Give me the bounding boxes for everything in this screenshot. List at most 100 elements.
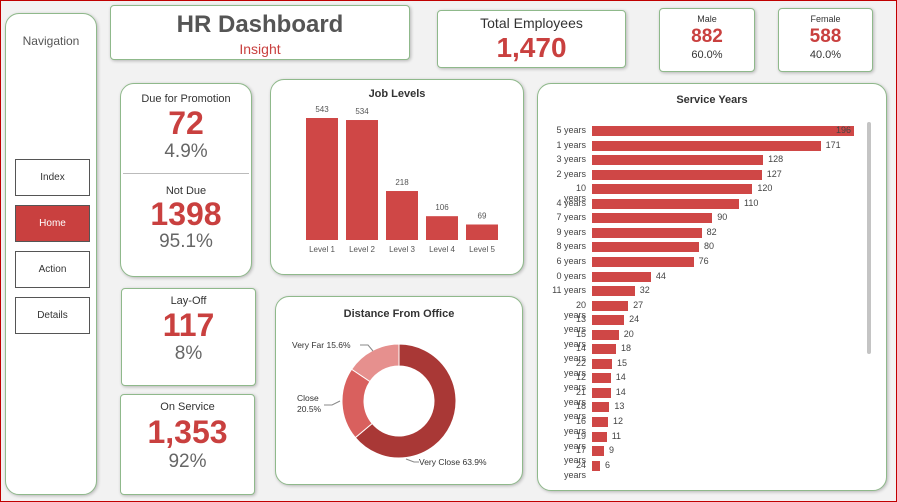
service-years-value: 27 (633, 299, 644, 310)
job-level-value: 106 (435, 203, 449, 212)
service-years-value: 32 (639, 285, 650, 296)
service-years-bar (592, 402, 610, 413)
service-years-category: 7 years (556, 212, 586, 223)
service-years-category: 6 years (556, 255, 586, 266)
nav-button-details[interactable]: Details (15, 297, 90, 334)
service-years-bar (592, 446, 605, 457)
job-level-value: 218 (395, 178, 409, 187)
service-years-category: 3 years (556, 154, 586, 165)
promotion-divider (123, 173, 249, 174)
service-years-value: 90 (717, 212, 728, 223)
service-years-row: 1 years 171 (552, 139, 872, 153)
job-level-bar (466, 224, 498, 240)
on-service-percent: 92% (168, 451, 207, 472)
service-years-value: 128 (768, 154, 784, 165)
service-years-bar (592, 300, 629, 311)
service-years-value: 44 (655, 270, 666, 281)
service-years-category: 2 years (556, 168, 586, 179)
service-years-bar (592, 242, 699, 253)
service-years-value: 13 (614, 401, 625, 412)
job-level-category: Level 1 (309, 245, 335, 254)
label-very-close: Very Close 63.9% (419, 457, 487, 467)
service-years-value: 11 (611, 430, 622, 441)
on-service-value: 1,353 (147, 414, 228, 450)
nav-button-index[interactable]: Index (15, 159, 90, 196)
nav-button-action[interactable]: Action (15, 251, 90, 288)
job-level-value: 543 (315, 105, 329, 114)
header-card: HR Dashboard Insight (110, 5, 410, 60)
service-years-row: 16 years 12 (552, 415, 872, 436)
female-card: Female 588 40.0% (778, 8, 873, 72)
leader-line (405, 458, 419, 463)
service-years-value: 110 (744, 197, 759, 208)
service-years-value: 6 (605, 459, 611, 470)
not-due-value: 1398 (150, 196, 222, 232)
service-years-value: 12 (613, 416, 624, 426)
service-years-bar (592, 126, 854, 136)
service-years-category: 8 years (556, 241, 586, 252)
not-due-percent: 95.1% (159, 231, 213, 252)
male-value: 882 (691, 26, 723, 47)
label-close-percent: 20.5% (297, 404, 322, 414)
service-years-value: 196 (836, 125, 852, 135)
service-years-category: 9 years (556, 226, 586, 237)
job-level-value: 534 (355, 107, 369, 116)
service-years-row: 11 years 32 (552, 284, 872, 298)
service-years-bar (592, 256, 694, 267)
service-years-bar (592, 431, 607, 442)
leader-line (324, 400, 341, 406)
service-years-row: 7 years 90 (552, 211, 872, 225)
service-years-scrollbar[interactable] (867, 122, 871, 354)
layoff-card: Lay-Off 117 8% (121, 288, 256, 386)
leader-line (360, 344, 374, 352)
service-years-row: 15 years 20 (552, 328, 872, 349)
male-card: Male 882 60.0% (659, 8, 755, 72)
service-years-bar (592, 417, 609, 427)
service-years-chart: 5 years 196 1 years 171 3 years 128 2 years 12 7… (552, 124, 872, 480)
total-employees-card: Total Employees 1,470 (437, 10, 626, 68)
service-years-bar (592, 315, 625, 326)
layoff-label: Lay-Off (170, 295, 207, 307)
service-years-bar (592, 286, 635, 297)
service-years-bar (592, 387, 611, 398)
service-years-row: 5 years 196 (552, 124, 872, 138)
service-years-row: 17 years 9 (552, 444, 872, 465)
service-years-bar (592, 213, 713, 224)
on-service-card: On Service 1,353 92% (120, 394, 255, 495)
service-years-row: 22 years 15 (552, 357, 872, 378)
job-level-bar (346, 120, 378, 240)
due-promotion-percent: 4.9% (164, 141, 208, 162)
service-years-bar (592, 329, 619, 340)
service-years-category: 24 years (563, 459, 586, 480)
service-years-bar (592, 271, 651, 282)
distance-chart: Very Close 63.9% Close20.5% Very Far 15.6% (292, 340, 487, 467)
service-years-bar (592, 155, 764, 166)
label-very-far: Very Far 15.6% (292, 340, 351, 350)
service-years-value: 120 (757, 183, 773, 194)
service-years-row: 18 years 13 (552, 400, 872, 421)
service-years-row: 12 years 14 (552, 371, 872, 392)
total-employees-value: 1,470 (496, 32, 567, 63)
service-years-category: 11 years (552, 285, 586, 296)
service-years-row: 8 years 80 (552, 240, 872, 254)
total-employees-label: Total Employees (480, 15, 583, 31)
service-years-row: 13 years 24 (552, 313, 872, 334)
job-level-value: 69 (478, 211, 487, 220)
due-promotion-label: Due for Promotion (141, 93, 231, 105)
service-years-bar (592, 358, 613, 369)
nav-button-home[interactable]: Home (15, 205, 90, 242)
job-level-bar (386, 191, 418, 240)
page-title: HR Dashboard (176, 11, 344, 38)
service-years-value: 14 (615, 372, 626, 383)
service-years-row: 24 years 6 (552, 459, 872, 480)
service-years-bar (592, 344, 617, 355)
female-value: 588 (809, 26, 842, 47)
on-service-label: On Service (160, 401, 215, 413)
male-label: Male (697, 14, 717, 24)
service-years-row: 19 years 11 (552, 430, 872, 451)
service-years-category: 0 years (556, 270, 586, 281)
service-years-row: 9 years 82 (552, 226, 872, 240)
service-years-bar (592, 373, 611, 384)
service-years-row: 3 years 128 (552, 153, 872, 167)
job-level-category: Level 5 (469, 245, 495, 254)
